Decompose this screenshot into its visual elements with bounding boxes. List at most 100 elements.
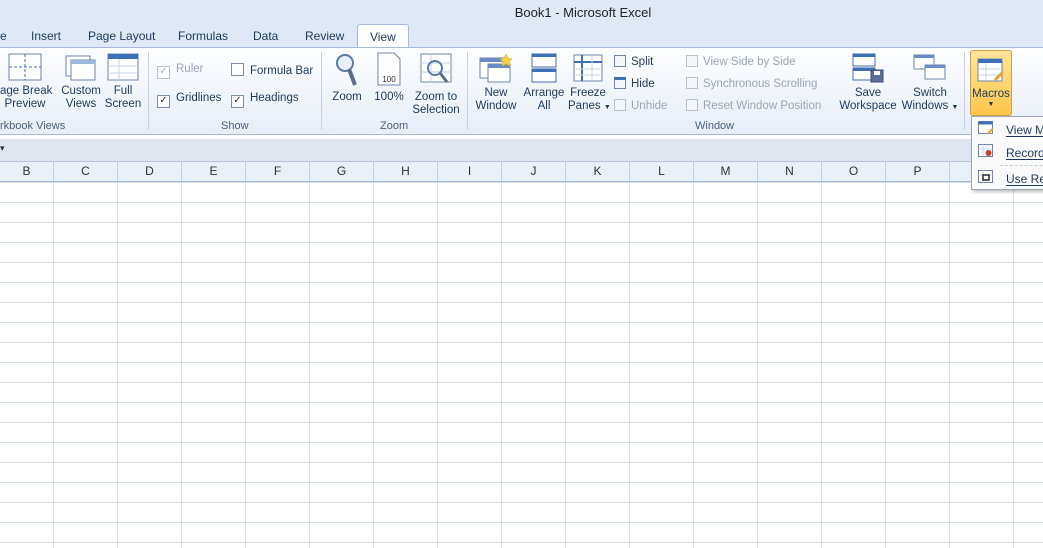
split-icon <box>614 55 626 67</box>
hide-button[interactable]: Hide <box>614 77 655 90</box>
freeze-panes-icon <box>573 54 603 82</box>
zoom-to-selection-button[interactable]: Zoom to Selection <box>410 52 462 117</box>
ribbon-tabs: e Insert Page Layout Formulas Data Revie… <box>0 24 1043 48</box>
menu-item-view-macros[interactable]: View M <box>972 118 1043 140</box>
column-header[interactable]: H <box>374 162 438 181</box>
sync-scroll-icon <box>686 77 698 89</box>
side-by-side-icon <box>686 55 698 67</box>
column-header[interactable]: L <box>630 162 694 181</box>
tab-formulas[interactable]: Formulas <box>178 29 228 43</box>
column-header[interactable]: K <box>566 162 630 181</box>
tab-data[interactable]: Data <box>253 29 278 43</box>
column-header[interactable]: B <box>0 162 54 181</box>
view-side-by-side-button[interactable]: View Side by Side <box>686 55 795 68</box>
gridline <box>53 182 54 548</box>
split-button[interactable]: Split <box>614 55 653 68</box>
unhide-icon <box>614 99 626 111</box>
zoom-selection-icon <box>420 53 452 83</box>
gridlines-checkbox[interactable]: ✓ Gridlines <box>157 92 221 108</box>
macros-icon <box>977 58 1003 82</box>
gridline <box>437 182 438 548</box>
freeze-panes-button[interactable]: Freeze Panes ▼ <box>568 52 611 114</box>
full-screen-button[interactable]: Full Screen <box>104 52 142 111</box>
column-header[interactable]: G <box>310 162 374 181</box>
gridline <box>181 182 182 548</box>
zoom-button[interactable]: Zoom <box>329 52 365 104</box>
gridline <box>885 182 886 548</box>
magnifier-icon <box>336 54 357 86</box>
formula-bar-checkbox[interactable]: Formula Bar <box>231 63 313 77</box>
column-header[interactable]: I <box>438 162 502 181</box>
checkbox-icon: ✓ <box>157 66 170 79</box>
group-divider <box>467 52 468 130</box>
dropdown-arrow-icon: ▼ <box>951 104 959 111</box>
gridline <box>309 182 310 548</box>
dropdown-arrow-icon: ▼ <box>987 101 995 108</box>
menu-item-use-relative-references[interactable]: Use Rel <box>972 167 1043 189</box>
gridline <box>949 182 950 548</box>
column-header[interactable]: P <box>886 162 950 181</box>
custom-views-button[interactable]: Custom Views <box>58 52 104 111</box>
gridline <box>1013 182 1014 548</box>
switch-windows-icon <box>913 54 946 80</box>
column-header[interactable]: O <box>822 162 886 181</box>
headings-checkbox[interactable]: ✓ Headings <box>231 92 299 108</box>
zoom-100-icon: 100 <box>377 52 401 86</box>
arrange-all-button[interactable]: Arrange All <box>522 52 566 113</box>
checkbox-icon <box>231 63 244 76</box>
synchronous-scrolling-button[interactable]: Synchronous Scrolling <box>686 77 817 90</box>
menu-item-record-macro[interactable]: Record <box>972 141 1043 163</box>
gridline <box>757 182 758 548</box>
zoom-100-button[interactable]: 100 100% <box>372 52 406 104</box>
new-window-icon <box>479 53 513 83</box>
gridline <box>373 182 374 548</box>
tab-page-layout[interactable]: Page Layout <box>88 29 155 43</box>
dropdown-arrow-icon: ▼ <box>603 104 611 111</box>
column-header[interactable]: C <box>54 162 118 181</box>
group-divider <box>148 52 149 130</box>
gridline <box>565 182 566 548</box>
title-bar: Book1 - Microsoft Excel <box>0 0 1043 24</box>
group-label-workbook-views: rkbook Views <box>0 120 66 132</box>
reset-position-icon <box>686 99 698 111</box>
tab-review[interactable]: Review <box>305 29 344 43</box>
tab-view[interactable]: View <box>357 24 409 48</box>
switch-windows-button[interactable]: Switch Windows ▼ <box>900 52 960 114</box>
full-screen-icon <box>107 53 139 81</box>
custom-views-icon <box>65 55 96 81</box>
group-divider <box>321 52 322 130</box>
column-header[interactable]: F <box>246 162 310 181</box>
relative-references-icon <box>978 170 993 183</box>
menu-separator <box>1000 165 1043 166</box>
group-label-window: Window <box>695 120 735 132</box>
formula-bar: ▾ <box>0 139 1043 162</box>
reset-window-position-button[interactable]: Reset Window Position <box>686 99 821 112</box>
column-header[interactable]: E <box>182 162 246 181</box>
gridline <box>821 182 822 548</box>
checkbox-icon: ✓ <box>231 95 244 108</box>
column-header[interactable]: J <box>502 162 566 181</box>
record-macro-icon <box>978 144 993 157</box>
page-break-icon <box>8 53 42 81</box>
column-header[interactable]: D <box>118 162 182 181</box>
macros-menu: View M Record Use Rel <box>971 116 1043 190</box>
unhide-button[interactable]: Unhide <box>614 99 667 112</box>
gridline <box>245 182 246 548</box>
name-box-dropdown[interactable]: ▾ <box>0 143 5 154</box>
view-macros-icon <box>978 121 994 135</box>
new-window-button[interactable]: New Window <box>473 52 519 113</box>
column-headers: B C D E F G H I J K L M N O P <box>0 162 1043 182</box>
save-workspace-button[interactable]: Save Workspace <box>838 52 898 113</box>
worksheet-grid[interactable] <box>0 182 1043 548</box>
tab-insert[interactable]: Insert <box>31 29 61 43</box>
page-break-preview-button[interactable]: age Break Preview <box>0 52 52 111</box>
ruler-checkbox[interactable]: ✓ Ruler <box>157 63 203 79</box>
hide-icon <box>614 77 626 89</box>
column-header[interactable]: N <box>758 162 822 181</box>
macros-button[interactable]: Macros ▼ <box>970 50 1012 116</box>
column-header[interactable]: M <box>694 162 758 181</box>
tab-home[interactable]: e <box>0 29 7 43</box>
group-label-show: Show <box>221 120 249 132</box>
save-workspace-icon <box>852 53 884 83</box>
window-title: Book1 - Microsoft Excel <box>514 5 652 20</box>
